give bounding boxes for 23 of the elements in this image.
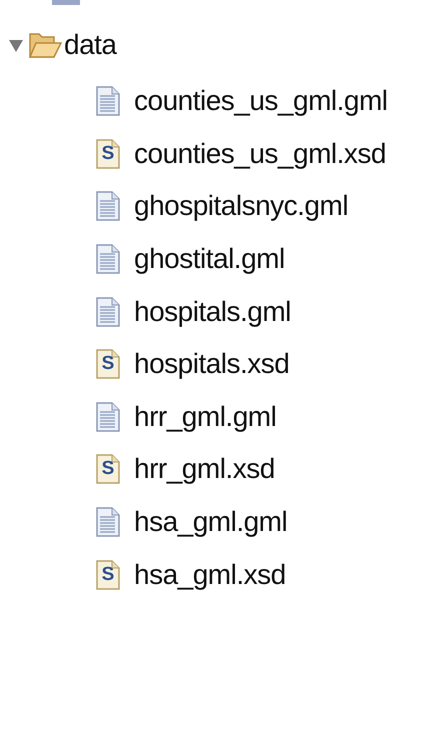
file-name[interactable]: hrr_gml.xsd xyxy=(134,453,275,486)
file-name[interactable]: hsa_gml.gml xyxy=(134,506,288,538)
folder-label[interactable]: data xyxy=(64,29,116,61)
expand-arrow-icon[interactable] xyxy=(8,37,24,53)
schema-file-icon: S xyxy=(96,454,120,484)
file-name[interactable]: hospitals.xsd xyxy=(134,348,290,380)
schema-file-icon: S xyxy=(96,138,120,169)
document-icon xyxy=(96,86,120,116)
schema-file-icon: S xyxy=(96,560,120,590)
file-name[interactable]: counties_us_gml.xsd xyxy=(134,138,386,170)
document-icon xyxy=(96,191,120,222)
file-name[interactable]: hospitals.gml xyxy=(134,296,291,328)
file-name[interactable]: counties_us_gml.gml xyxy=(134,85,388,118)
document-icon xyxy=(96,244,120,274)
file-name[interactable]: hsa_gml.xsd xyxy=(134,558,286,591)
document-icon xyxy=(96,296,120,327)
partial-icon xyxy=(52,0,80,5)
file-name[interactable]: hrr_gml.gml xyxy=(134,400,276,433)
schema-file-icon: S xyxy=(96,349,120,380)
file-name[interactable]: ghostital.gml xyxy=(134,243,285,276)
document-icon xyxy=(96,507,120,538)
document-icon xyxy=(96,402,120,432)
file-name[interactable]: ghospitalsnyc.gml xyxy=(134,190,348,222)
